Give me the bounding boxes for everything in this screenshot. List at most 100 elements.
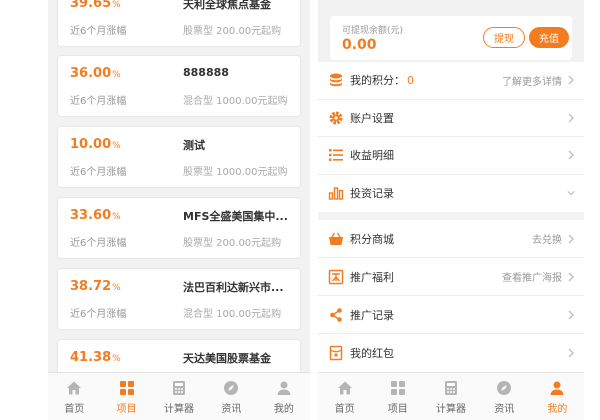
- menu-label: 我的积分：: [350, 74, 405, 88]
- fund-meta: 股票型 200.00元起购: [183, 238, 282, 249]
- fund-rate: 10.00%: [70, 137, 121, 152]
- share-icon: [328, 307, 344, 323]
- account-menu: 我的积分： 0 了解更多详情 账户设置 收益明细 投资记录: [318, 62, 584, 212]
- gift-icon: [328, 269, 344, 285]
- tab-label: 资讯: [494, 404, 515, 415]
- tab-label: 计算器: [436, 404, 466, 415]
- chevron-right-icon: [567, 309, 575, 321]
- tab-label: 计算器: [164, 404, 195, 415]
- fund-card[interactable]: 33.60% 近6个月涨幅 MFS全盛美国集中... 股票型 200.00元起购: [58, 198, 300, 258]
- tab-label: 我的: [273, 404, 294, 415]
- tab-label: 项目: [387, 404, 408, 415]
- promotion-menu: 积分商城 去兑换 推广福利 查看推广海报 推广记录 我的红包: [318, 220, 584, 372]
- menu-label: 积分商城: [350, 232, 394, 246]
- fund-name: 天达美国股票基金: [183, 352, 271, 365]
- tab-projects[interactable]: 项目: [371, 373, 424, 420]
- fund-rate: 38.72%: [70, 279, 121, 294]
- bottom-tab-bar: 首页 项目 计算器 资讯 我的: [48, 372, 310, 420]
- fund-name: MFS全盛美国集中...: [183, 210, 288, 223]
- compass-icon: [495, 379, 513, 397]
- points-detail-link[interactable]: 了解更多详情: [502, 73, 562, 88]
- fund-list: 39.65% 近6个月涨幅 天利全球焦点基金 股票型 200.00元起购 36.…: [48, 0, 310, 372]
- fund-card[interactable]: 39.65% 近6个月涨幅 天利全球焦点基金 股票型 200.00元起购: [58, 0, 300, 46]
- fund-card[interactable]: 38.72% 近6个月涨幅 法巴百利达新兴市... 混合型 100.00元起购: [58, 269, 300, 329]
- fund-rate: 33.60%: [70, 208, 121, 223]
- basket-icon: [328, 231, 344, 247]
- menu-item-account-settings[interactable]: 账户设置: [318, 100, 584, 137]
- tab-home[interactable]: 首页: [318, 373, 371, 420]
- menu-item-income-details[interactable]: 收益明细: [318, 137, 584, 175]
- menu-item-points[interactable]: 我的积分： 0 了解更多详情: [318, 62, 584, 100]
- user-icon: [275, 379, 293, 397]
- fund-rate: 36.00%: [70, 66, 121, 81]
- fund-meta: 股票型 200.00元起购: [183, 26, 282, 37]
- fund-name: 天利全球焦点基金: [183, 0, 271, 11]
- menu-item-investment-records[interactable]: 投资记录: [318, 175, 584, 213]
- menu-item-red-packets[interactable]: 我的红包: [318, 334, 584, 372]
- tab-label: 资讯: [221, 404, 242, 415]
- fund-card[interactable]: 10.00% 近6个月涨幅 测试 股票型 1000.00元起购: [58, 127, 300, 187]
- menu-label: 我的红包: [350, 347, 394, 360]
- home-icon: [65, 379, 83, 397]
- balance-amount: 0.00: [342, 37, 377, 53]
- topup-button[interactable]: 充值: [529, 27, 569, 48]
- menu-label: 账户设置: [350, 111, 394, 125]
- menu-item-promotion-records[interactable]: 推广记录: [318, 296, 584, 334]
- tab-news[interactable]: 资讯: [205, 373, 257, 420]
- bottom-tab-bar: 首页 项目 计算器 资讯 我的: [318, 372, 584, 420]
- fund-rate: 41.38%: [70, 350, 121, 365]
- compass-icon: [222, 379, 240, 397]
- menu-label: 推广福利: [350, 270, 394, 284]
- tab-mine[interactable]: 我的: [531, 373, 584, 420]
- menu-label: 投资记录: [350, 187, 394, 201]
- tab-projects[interactable]: 项目: [100, 373, 152, 420]
- chevron-right-icon: [567, 74, 575, 86]
- fund-card[interactable]: 36.00% 近6个月涨幅 888888 混合型 1000.00元起购: [58, 56, 300, 116]
- gear-icon: [328, 110, 344, 126]
- menu-item-promotion-benefits[interactable]: 推广福利 查看推广海报: [318, 258, 584, 296]
- fund-rate: 39.65%: [70, 0, 121, 11]
- bar-chart-icon: [328, 185, 344, 201]
- fund-rate-label: 近6个月涨幅: [70, 309, 127, 320]
- calculator-icon: [442, 379, 460, 397]
- fund-name: 888888: [183, 66, 229, 79]
- points-value: 0: [407, 73, 414, 87]
- balance-label: 可提现余额(元): [342, 26, 404, 36]
- fund-meta: 混合型 100.00元起购: [183, 309, 282, 320]
- fund-meta: 股票型 1000.00元起购: [183, 167, 288, 178]
- tab-label: 项目: [116, 404, 137, 415]
- fund-meta: 混合型 1000.00元起购: [183, 96, 288, 107]
- menu-label: 收益明细: [350, 149, 394, 163]
- fund-rate-label: 近6个月涨幅: [70, 96, 127, 107]
- balance-card: 可提现余额(元) 0.00 提现 充值: [330, 16, 572, 60]
- withdraw-button[interactable]: 提现: [483, 27, 525, 48]
- grid-icon: [118, 379, 136, 397]
- chevron-right-icon: [567, 233, 575, 245]
- chevron-down-icon: [567, 187, 575, 199]
- coins-icon: [328, 72, 344, 88]
- chevron-right-icon: [567, 271, 575, 283]
- tab-label: 首页: [64, 404, 85, 415]
- tab-label: 我的: [547, 404, 568, 415]
- menu-item-points-mall[interactable]: 积分商城 去兑换: [318, 220, 584, 258]
- red-packet-icon: [328, 345, 344, 361]
- home-icon: [336, 379, 354, 397]
- tab-calculator[interactable]: 计算器: [424, 373, 477, 420]
- tab-mine[interactable]: 我的: [258, 373, 310, 420]
- redeem-link[interactable]: 去兑换: [532, 231, 562, 246]
- chevron-right-icon: [567, 112, 575, 124]
- fund-rate-label: 近6个月涨幅: [70, 167, 127, 178]
- tab-news[interactable]: 资讯: [478, 373, 531, 420]
- fund-rate-label: 近6个月涨幅: [70, 238, 127, 249]
- tab-calculator[interactable]: 计算器: [153, 373, 205, 420]
- account-screen: 可提现余额(元) 0.00 提现 充值 我的积分： 0 了解更多详情 账户设置: [318, 0, 584, 420]
- view-poster-link[interactable]: 查看推广海报: [502, 269, 562, 284]
- chevron-right-icon: [567, 347, 575, 359]
- fund-card[interactable]: 41.38% 天达美国股票基金: [58, 340, 300, 372]
- menu-label: 推广记录: [350, 308, 394, 322]
- fund-name: 法巴百利达新兴市...: [183, 281, 284, 294]
- tab-home[interactable]: 首页: [48, 373, 100, 420]
- user-icon: [548, 379, 566, 397]
- tab-label: 首页: [334, 404, 355, 415]
- fund-rate-label: 近6个月涨幅: [70, 26, 127, 37]
